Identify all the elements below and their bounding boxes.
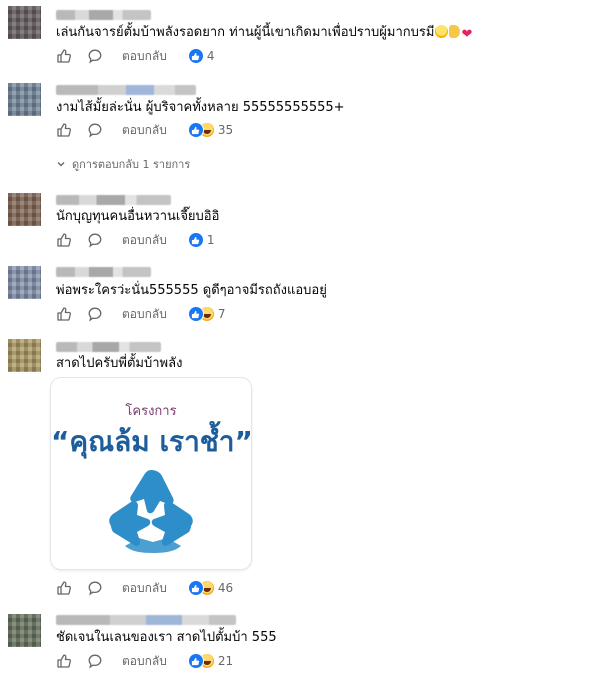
author-name[interactable] xyxy=(56,342,161,352)
avatar[interactable] xyxy=(8,193,41,226)
like-reaction-icon xyxy=(188,307,203,321)
thumbs-up-emoji xyxy=(449,25,461,38)
author-name[interactable] xyxy=(56,615,236,625)
author-name[interactable] xyxy=(56,85,196,95)
view-replies-link[interactable]: ดูการตอบกลับ 1 รายการ xyxy=(56,155,190,173)
reply-button[interactable]: ตอบกลับ xyxy=(122,47,167,66)
comment-text: งามไส้มั้ยล่ะนั่น ผู้บริจาคทั้งหลาย 5555… xyxy=(56,100,345,115)
reaction-summary[interactable]: 35 xyxy=(188,123,234,137)
like-icon[interactable] xyxy=(56,232,72,248)
comment-item: งามไส้มั้ยล่ะนั่น ผู้บริจาคทั้งหลาย 5555… xyxy=(0,80,600,180)
reply-button[interactable]: ตอบกลับ xyxy=(122,231,167,250)
avatar[interactable] xyxy=(8,339,41,372)
like-reaction-icon xyxy=(188,49,203,63)
like-reaction-icon xyxy=(188,654,203,668)
reply-bubble-icon[interactable] xyxy=(87,580,103,596)
reply-button[interactable]: ตอบกลับ xyxy=(122,652,167,671)
red-heart-emoji: ❤ xyxy=(461,27,473,42)
comment-text: สาดไปครับพี่ตั้มบ้าพลัง xyxy=(56,356,183,371)
comment-text: นักบุญทุนคนอื่นหวานเจี๊ยบอิอิ xyxy=(56,209,220,224)
reaction-count: 21 xyxy=(217,654,234,668)
comment-actions: ตอบกลับ 4 xyxy=(56,47,215,65)
author-name[interactable] xyxy=(56,195,171,205)
reply-bubble-icon[interactable] xyxy=(87,306,103,322)
avatar[interactable] xyxy=(8,614,41,647)
author-name[interactable] xyxy=(56,10,151,20)
reply-bubble-icon[interactable] xyxy=(87,122,103,138)
comment-actions: ตอบกลับ 21 xyxy=(56,652,233,670)
author-name[interactable] xyxy=(56,267,151,277)
reply-button[interactable]: ตอบกลับ xyxy=(122,305,167,324)
laughing-face-emoji xyxy=(435,25,449,38)
reaction-count: 35 xyxy=(217,123,234,137)
like-icon[interactable] xyxy=(56,580,72,596)
reaction-count: 1 xyxy=(206,233,215,247)
avatar[interactable] xyxy=(8,83,41,116)
avatar[interactable] xyxy=(8,266,41,299)
like-icon[interactable] xyxy=(56,122,72,138)
avatar[interactable] xyxy=(8,6,41,39)
like-reaction-icon xyxy=(188,123,203,137)
comment-item: เล่นกันจารย์ตั้มบ้าพลังรอดยาก ท่านผู้นี้… xyxy=(0,0,600,70)
reaction-summary[interactable]: 21 xyxy=(188,654,234,668)
like-reaction-icon xyxy=(188,581,203,595)
reaction-summary[interactable]: 7 xyxy=(188,307,226,321)
image-kicker-text: โครงการ xyxy=(125,404,177,419)
comment-image[interactable]: โครงการ “คุณล้ม เราช้ำ” xyxy=(51,378,251,569)
comment-text: เล่นกันจารย์ตั้มบ้าพลังรอดยาก ท่านผู้นี้… xyxy=(56,25,473,42)
comment-actions: ตอบกลับ 35 xyxy=(56,121,233,139)
reaction-count: 7 xyxy=(217,307,226,321)
comment-actions: ตอบกลับ 7 xyxy=(56,305,226,323)
comment-text: ชัดเจนในเลนของเรา สาดไปตั้มบ้า 555 xyxy=(56,630,277,645)
reaction-summary[interactable]: 1 xyxy=(188,233,215,247)
comment-item: นักบุญทุนคนอื่นหวานเจี๊ยบอิอิ ตอบกลับ 1 xyxy=(0,190,600,255)
reaction-count: 46 xyxy=(217,581,234,595)
reply-button[interactable]: ตอบกลับ xyxy=(122,579,167,598)
image-title-text: “คุณล้ม เราช้ำ” xyxy=(51,425,251,458)
like-icon[interactable] xyxy=(56,48,72,64)
reaction-summary[interactable]: 4 xyxy=(188,49,215,63)
chevron-down-icon xyxy=(57,162,65,167)
view-replies-label: ดูการตอบกลับ 1 รายการ xyxy=(72,158,191,171)
reaction-summary[interactable]: 46 xyxy=(188,581,234,595)
comment-item: ชัดเจนในเลนของเรา สาดไปตั้มบ้า 555 ตอบกล… xyxy=(0,610,600,677)
joined-hands-icon xyxy=(109,470,193,553)
reply-button[interactable]: ตอบกลับ xyxy=(122,121,167,140)
reply-bubble-icon[interactable] xyxy=(87,232,103,248)
like-icon[interactable] xyxy=(56,653,72,669)
comment-text: พ่อพระใครว่ะนั่น555555 ดูดีๆอาจมีรถถังแอ… xyxy=(56,283,327,298)
like-icon[interactable] xyxy=(56,306,72,322)
comment-actions: ตอบกลับ 1 xyxy=(56,231,215,249)
reaction-count: 4 xyxy=(206,49,215,63)
reply-bubble-icon[interactable] xyxy=(87,653,103,669)
comment-item: พ่อพระใครว่ะนั่น555555 ดูดีๆอาจมีรถถังแอ… xyxy=(0,263,600,328)
comment-actions: ตอบกลับ 46 xyxy=(56,579,233,597)
reply-bubble-icon[interactable] xyxy=(87,48,103,64)
like-reaction-icon xyxy=(188,233,203,247)
